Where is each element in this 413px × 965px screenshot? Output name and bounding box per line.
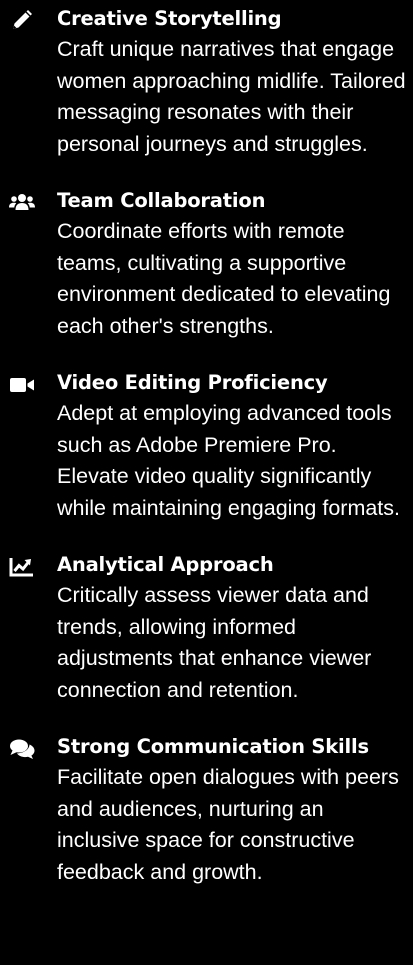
skill-team-collaboration: Team Collaboration Coordinate efforts wi… [0, 186, 413, 342]
skill-description: Facilitate open dialogues with peers and… [57, 765, 399, 884]
skill-description: Adept at employing advanced tools such a… [57, 401, 401, 520]
skill-title: Creative Storytelling [57, 7, 282, 30]
comments-icon [9, 738, 35, 760]
skill-title: Analytical Approach [57, 553, 274, 576]
skill-description: Coordinate efforts with remote teams, cu… [57, 219, 391, 338]
skill-title: Video Editing Proficiency [57, 371, 328, 394]
skill-title: Team Collaboration [57, 189, 266, 212]
skill-video-editing: Video Editing Proficiency Adept at emplo… [0, 368, 413, 524]
skill-description: Craft unique narratives that engage wome… [57, 37, 406, 156]
chart-line-icon [9, 556, 35, 578]
skill-title: Strong Communication Skills [57, 735, 369, 758]
skill-analytical-approach: Analytical Approach Critically assess vi… [0, 550, 413, 706]
skill-strong-communication: Strong Communication Skills Facilitate o… [0, 732, 413, 888]
skill-creative-storytelling: Creative Storytelling Craft unique narra… [0, 4, 413, 160]
users-icon [9, 192, 35, 214]
skill-description: Critically assess viewer data and trends… [57, 583, 372, 702]
pencil-icon [9, 10, 35, 32]
skills-page: { "skills": [ { "icon": "pencil-icon", "… [0, 0, 413, 965]
skills-list: Creative Storytelling Craft unique narra… [0, 4, 413, 888]
video-camera-icon [9, 374, 35, 396]
